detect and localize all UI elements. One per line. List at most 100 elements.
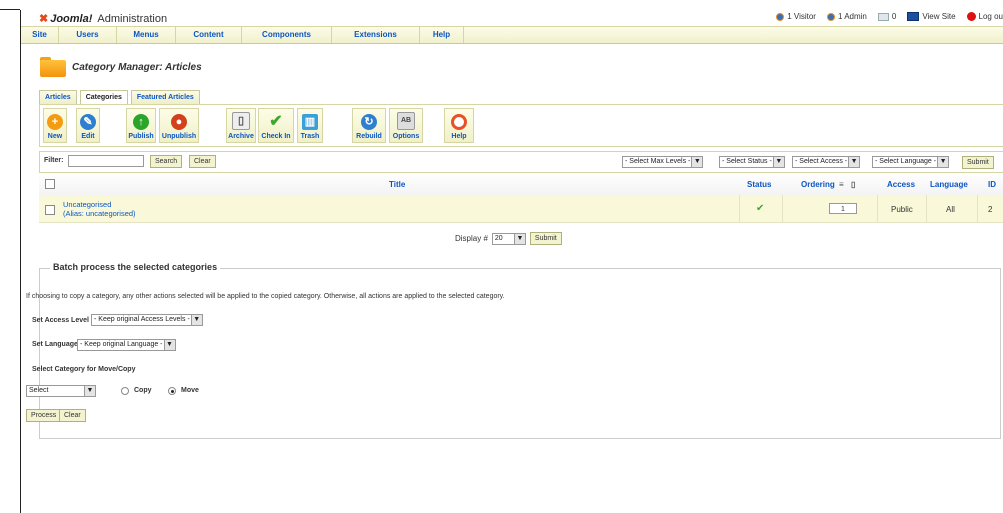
move-copy-label: Select Category for Move/Copy — [32, 366, 136, 373]
visitors-link[interactable]: 1 Visitor — [776, 12, 816, 21]
table-row: Uncategorised (Alias: uncategorised) ✔ 1… — [39, 195, 1003, 223]
header-language[interactable]: Language — [930, 180, 968, 189]
batch-fieldset: Batch process the selected categories If… — [26, 262, 1001, 439]
publish-button[interactable]: ↑ Publish — [126, 108, 156, 143]
options-icon: AB — [397, 112, 415, 130]
folder-icon — [40, 57, 66, 77]
page-title: Category Manager: Articles — [72, 61, 202, 73]
status-select[interactable]: - Select Status - ▼ — [719, 156, 785, 168]
chevron-down-icon: ▼ — [84, 386, 95, 396]
logout-link[interactable]: Log ou — [966, 12, 1003, 21]
header-title[interactable]: Title — [389, 180, 405, 189]
access-level-label: Set Access Level — [32, 317, 89, 324]
batch-access-select[interactable]: - Keep original Access Levels - ▼ — [91, 314, 203, 326]
select-all-checkbox[interactable] — [45, 179, 55, 189]
check-icon[interactable]: ✔ — [756, 203, 764, 214]
mail-icon — [877, 12, 889, 21]
language-select[interactable]: - Select Language - ▼ — [872, 156, 950, 168]
copy-label: Copy — [134, 387, 152, 394]
clear-filter-button[interactable]: Clear — [189, 155, 216, 168]
archive-icon: ▯ — [232, 112, 250, 130]
filter-label: Filter: — [44, 157, 64, 164]
menu-components[interactable]: Components — [242, 27, 332, 43]
refresh-icon: ↻ — [361, 114, 377, 130]
tab-featured-articles[interactable]: Featured Articles — [130, 90, 200, 104]
filter-search-input[interactable] — [68, 155, 144, 167]
max-levels-select[interactable]: - Select Max Levels - ▼ — [622, 156, 704, 168]
options-button[interactable]: AB Options — [389, 108, 423, 143]
pagination: Display # 20 ▼ Submit — [455, 232, 562, 245]
help-button[interactable]: Help — [444, 108, 474, 143]
chevron-down-icon: ▼ — [190, 315, 202, 325]
process-button[interactable]: Process — [26, 409, 62, 422]
menu-content[interactable]: Content — [176, 27, 242, 43]
pencil-icon: ✎ — [80, 114, 96, 130]
batch-clear-button[interactable]: Clear — [59, 409, 86, 422]
chevron-down-icon: ▼ — [848, 157, 860, 167]
rebuild-button[interactable]: ↻ Rebuild — [352, 108, 386, 143]
access-select[interactable]: - Select Access - ▼ — [792, 156, 861, 168]
display-label: Display # — [455, 234, 488, 243]
chevron-down-icon: ▼ — [691, 157, 703, 167]
ordering-input[interactable]: 1 — [829, 203, 857, 214]
chevron-down-icon: ▼ — [772, 157, 784, 167]
header-ordering[interactable]: Ordering — [801, 180, 835, 189]
table-header: Title Status Ordering ≡ ▯ Access Languag… — [39, 173, 1003, 196]
menu-site[interactable]: Site — [21, 27, 59, 43]
messages-link[interactable]: 0 — [877, 12, 896, 21]
language-value: All — [946, 205, 955, 214]
filter-submit-button[interactable]: Submit — [962, 156, 994, 169]
unpublish-button[interactable]: ● Unpublish — [159, 108, 199, 143]
menu-users[interactable]: Users — [59, 27, 117, 43]
unpublish-icon: ● — [171, 114, 187, 130]
trash-icon: ▥ — [302, 114, 318, 130]
archive-button[interactable]: ▯ Archive — [226, 108, 256, 143]
language-label: Set Language — [32, 341, 78, 348]
search-button[interactable]: Search — [150, 155, 183, 168]
new-button[interactable]: + New — [43, 108, 67, 143]
trash-button[interactable]: ▥ Trash — [297, 108, 323, 143]
chevron-down-icon: ▼ — [513, 233, 525, 244]
menu-help[interactable]: Help — [420, 27, 464, 43]
copy-radio[interactable] — [121, 387, 129, 395]
submenu-tabs: Articles Categories Featured Articles — [39, 90, 200, 104]
batch-note: If choosing to copy a category, any othe… — [26, 293, 505, 300]
move-label: Move — [181, 387, 199, 394]
edit-button[interactable]: ✎ Edit — [76, 108, 100, 143]
access-value: Public — [891, 205, 913, 214]
frame-edge — [20, 10, 21, 513]
row-checkbox[interactable] — [45, 205, 55, 215]
top-bar: ✖ Joomla! Administration 1 Visitor 1 Adm… — [21, 9, 1003, 26]
display-limit-select[interactable]: 20 ▼ — [491, 232, 526, 245]
main-menu: Site Users Menus Content Components Exte… — [21, 26, 1003, 44]
brand-title: Administration — [97, 12, 168, 25]
page-header: Category Manager: Articles — [40, 54, 202, 80]
admin-icon — [826, 12, 835, 21]
header-access[interactable]: Access — [887, 180, 915, 189]
header-status[interactable]: Status — [747, 180, 771, 189]
publish-icon: ↑ — [133, 114, 149, 130]
monitor-icon — [907, 12, 920, 21]
batch-language-select[interactable]: - Keep original Language - ▼ — [77, 339, 176, 351]
header-id[interactable]: ID — [988, 180, 996, 189]
menu-menus[interactable]: Menus — [117, 27, 176, 43]
view-site-link[interactable]: View Site — [907, 12, 956, 21]
category-title-link[interactable]: Uncategorised — [63, 201, 111, 209]
tab-categories[interactable]: Categories — [79, 90, 128, 104]
tab-articles[interactable]: Articles — [39, 90, 77, 104]
frame-edge — [0, 9, 20, 10]
users-icon — [776, 12, 785, 21]
status-bar: 1 Visitor 1 Admin 0 View Site Log ou — [776, 12, 1003, 21]
admins-link[interactable]: 1 Admin — [826, 12, 867, 21]
save-order-icon[interactable]: ▯ — [851, 180, 855, 189]
check-icon: ✔ — [269, 113, 283, 130]
checkin-button[interactable]: ✔ Check In — [258, 108, 294, 143]
joomla-logo: Joomla! — [50, 12, 93, 25]
menu-extensions[interactable]: Extensions — [332, 27, 420, 43]
toolbar: + New ✎ Edit ↑ Publish ● Unpublish ▯ Arc… — [39, 104, 1003, 147]
plus-icon: + — [47, 114, 63, 130]
category-alias: (Alias: uncategorised) — [63, 209, 136, 218]
batch-category-select[interactable]: Select ▼ — [26, 385, 96, 397]
move-radio[interactable] — [168, 387, 176, 395]
pager-submit-button[interactable]: Submit — [529, 232, 562, 245]
